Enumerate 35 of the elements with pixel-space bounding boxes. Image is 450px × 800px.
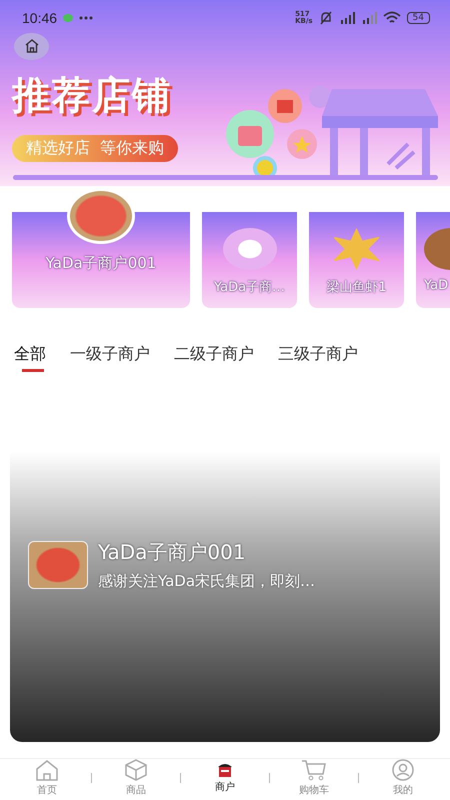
user-icon xyxy=(391,759,415,781)
nav-item[interactable]: 购物车 xyxy=(284,759,344,797)
nav-item[interactable]: 我的 xyxy=(373,759,433,797)
store-name: 梁山鱼虾1 xyxy=(326,279,387,296)
store-name: YaDa子商… xyxy=(214,279,286,296)
tab[interactable]: 全部 xyxy=(14,344,46,372)
signal-icon xyxy=(338,12,355,24)
tab[interactable]: 一级子商户 xyxy=(70,344,150,372)
nav-item[interactable]: 首页 xyxy=(17,759,77,797)
store-name: YaDa子商户001 xyxy=(98,539,247,566)
signal-icon xyxy=(360,12,377,24)
home-button[interactable] xyxy=(14,32,49,60)
more-icon xyxy=(79,16,94,20)
shop-icon xyxy=(217,762,233,778)
tab[interactable]: 二级子商户 xyxy=(174,344,254,372)
box-icon xyxy=(124,759,148,781)
cart-icon xyxy=(301,759,327,781)
store-description: 感谢关注YaDa宋氏集团，即刻… xyxy=(98,572,316,591)
wifi-icon xyxy=(382,11,401,24)
store-name: YaDa子商户001 xyxy=(46,254,156,273)
tab[interactable]: 三级子商户 xyxy=(278,344,358,372)
battery-icon: 54 xyxy=(406,12,430,24)
banner-slogan: 精选好店 等你来购 xyxy=(12,135,178,162)
bell-muted-icon xyxy=(318,10,333,25)
photo-placeholder xyxy=(28,541,88,589)
store-name: YaD xyxy=(424,278,448,293)
nav-item[interactable]: 商户 xyxy=(195,762,255,794)
banner-title: 推荐店铺 xyxy=(12,72,173,119)
home-icon xyxy=(35,759,59,781)
nav-item[interactable]: 商品 xyxy=(106,759,166,797)
status-time: 10:46 xyxy=(22,10,58,26)
logo-placeholder xyxy=(222,228,276,270)
store-card[interactable]: YaDa子商户001 xyxy=(12,188,190,308)
home-icon xyxy=(24,38,40,54)
chat-icon xyxy=(63,14,74,22)
